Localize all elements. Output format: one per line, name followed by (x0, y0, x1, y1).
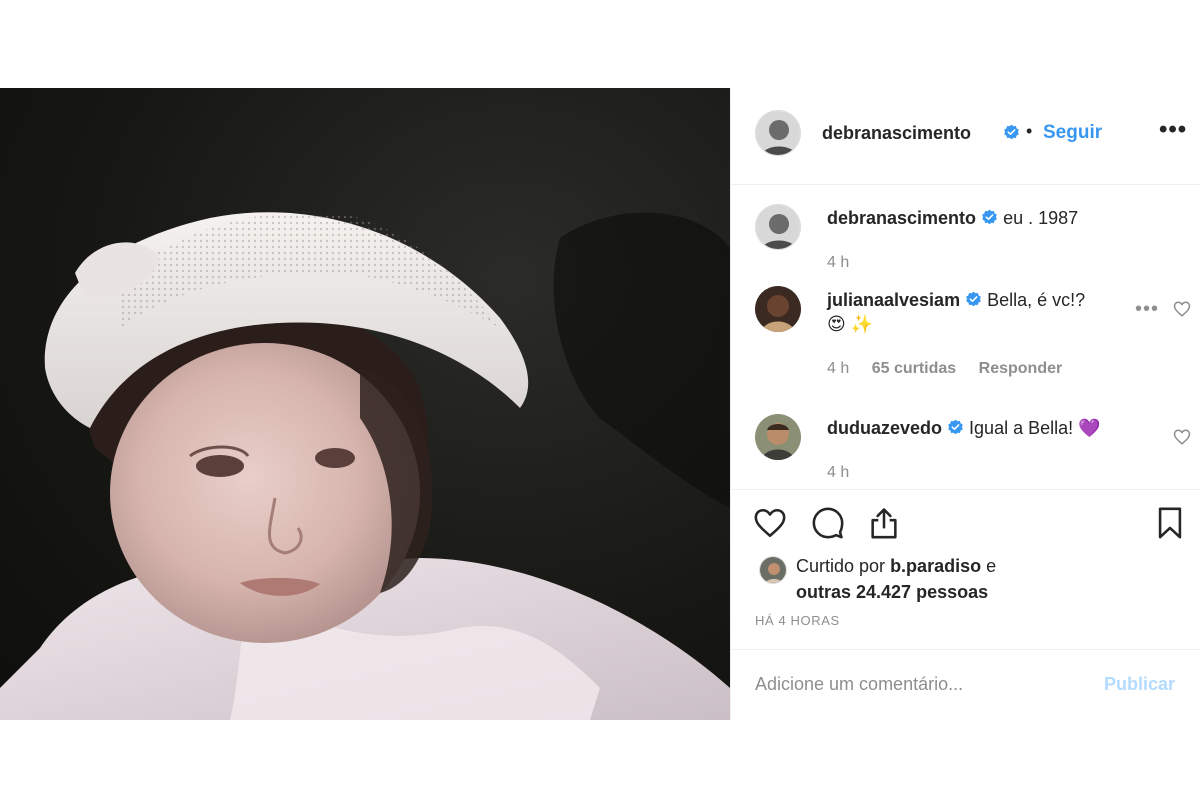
caption-username[interactable]: debranascimento (827, 208, 976, 228)
comment-time[interactable]: 4 h (827, 464, 849, 481)
comment-username[interactable]: duduazevedo (827, 418, 942, 438)
caption-avatar[interactable] (755, 204, 801, 250)
verified-badge-icon (948, 419, 963, 435)
comment-meta: 4 h (827, 464, 867, 482)
comment-text: duduazevedo Igual a Bella! 💜 (827, 416, 1157, 440)
post-actions: Curtido por b.paradiso e outras 24.427 p… (731, 489, 1200, 649)
comment-emoji: 💜 (1078, 418, 1101, 438)
comment-likes[interactable]: 65 curtidas (872, 360, 956, 377)
comment-body: Igual a Bella! (969, 418, 1074, 438)
comment-meta: 4 h 65 curtidas Responder (827, 360, 1080, 378)
commenter-avatar[interactable] (755, 286, 801, 332)
commenter-avatar[interactable] (755, 414, 801, 460)
verified-badge-icon (966, 291, 981, 307)
instagram-post: debranascimento • Seguir ••• debranascim… (0, 88, 1200, 720)
comment-like-heart-icon[interactable] (1173, 428, 1191, 446)
heart-icon[interactable] (753, 506, 787, 540)
author-avatar[interactable] (755, 110, 801, 156)
comment-input[interactable] (755, 668, 1085, 700)
caption-meta: 4 h (827, 254, 867, 272)
verified-badge-icon (982, 209, 997, 225)
more-options-icon[interactable]: ••• (1159, 116, 1187, 144)
share-icon[interactable] (867, 506, 901, 540)
child-portrait-image (0, 211, 730, 720)
comment-body: Bella, é vc!? (987, 290, 1086, 310)
post-photo[interactable] (0, 88, 730, 720)
comment-emoji: 😍 ✨ (827, 314, 874, 334)
caption-text: debranascimento eu . 1987 (827, 206, 1157, 230)
likes-prefix: Curtido por (796, 556, 886, 576)
publish-button[interactable]: Publicar (1104, 674, 1175, 695)
comment-bubble-icon[interactable] (811, 506, 845, 540)
comments-list[interactable]: debranascimento eu . 1987 4 h julianaalv… (731, 186, 1200, 488)
separator-dot: • (1026, 121, 1033, 141)
post-header: debranascimento • Seguir ••• (731, 88, 1200, 185)
add-comment-bar: Publicar (731, 649, 1200, 720)
comment-text: julianaalvesiam Bella, é vc!? 😍 ✨ (827, 288, 1127, 336)
likes-summary[interactable]: Curtido por b.paradiso e outras 24.427 p… (796, 553, 996, 605)
post-sidebar: debranascimento • Seguir ••• debranascim… (730, 88, 1200, 720)
likes-user[interactable]: b.paradiso (890, 556, 981, 576)
likes-conj: e (986, 556, 997, 576)
comment-more-icon[interactable]: ••• (1135, 298, 1159, 321)
comment-time[interactable]: 4 h (827, 360, 849, 377)
likes-count[interactable]: outras 24.427 pessoas (796, 582, 988, 602)
author-username[interactable]: debranascimento (822, 123, 971, 144)
liker-avatar[interactable] (759, 556, 787, 584)
verified-badge-icon (1004, 124, 1019, 140)
comment-like-heart-icon[interactable] (1173, 300, 1191, 318)
post-timestamp[interactable]: HÁ 4 HORAS (755, 613, 840, 628)
caption-body: eu . 1987 (1003, 208, 1079, 228)
caption-time[interactable]: 4 h (827, 254, 849, 271)
follow-button[interactable]: Seguir (1043, 122, 1102, 144)
bookmark-icon[interactable] (1153, 506, 1187, 540)
reply-button[interactable]: Responder (979, 360, 1063, 377)
comment-username[interactable]: julianaalvesiam (827, 290, 960, 310)
